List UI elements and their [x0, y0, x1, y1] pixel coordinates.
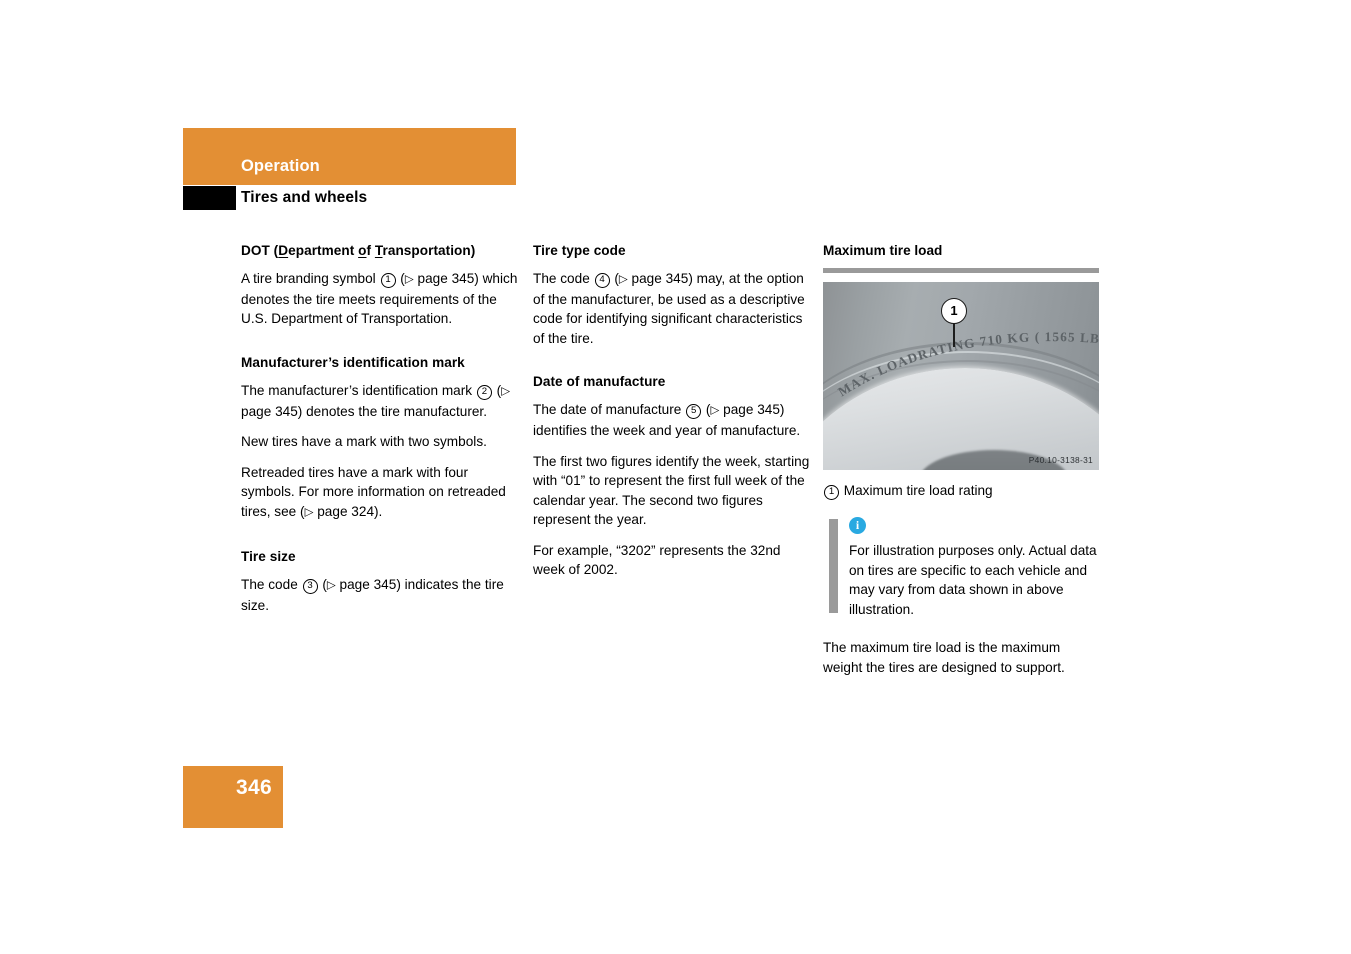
note-text: For illustration purposes only. Actual d… [849, 543, 1097, 617]
page-ref-triangle-icon: ▷ [501, 385, 511, 398]
callout-number-5: 5 [686, 404, 702, 420]
callout-number-2: 2 [476, 384, 492, 400]
dot-heading-d: D [278, 243, 289, 258]
page-ref-triangle-icon: ▷ [404, 273, 414, 286]
page-reference-link[interactable]: page 345 [340, 577, 397, 592]
text-fragment: ( [610, 270, 619, 286]
text-fragment: ( [396, 270, 405, 286]
page-ref-triangle-icon: ▷ [710, 404, 720, 417]
heading-dot: DOT (Department of Transportation) [241, 243, 519, 260]
section-title: Operation [241, 157, 320, 175]
heading-maximum-tire-load: Maximum tire load [823, 243, 943, 258]
chapter-tab-marker [183, 186, 236, 210]
caption-callout-number-1: 1 [824, 484, 839, 500]
heading-tire-size: Tire size [241, 548, 296, 564]
text-fragment: The manufacturer’s identification mark [241, 382, 476, 398]
text-fragment: A tire branding symbol [241, 270, 380, 286]
page-reference-link[interactable]: page 324 [317, 504, 374, 519]
caption-label: Maximum tire load rating [843, 482, 993, 498]
callout-number-3: 3 [302, 578, 318, 594]
dot-heading-ransportation: ransportation) [382, 243, 476, 258]
text-fragment: ). [374, 503, 383, 519]
page-ref-triangle-icon: ▷ [326, 579, 336, 592]
paragraph-week-year-figures: The first two figures identify the week,… [533, 453, 810, 528]
page-ref-triangle-icon: ▷ [304, 506, 314, 519]
paragraph-manufacturer-mark: The manufacturer’s identification mark 2… [241, 381, 519, 422]
tire-sidewall-photo: MAX. LOADRATING 710 KG ( 1565 LBS ) M 1 … [823, 281, 1099, 470]
page-header-band: Operation [183, 128, 516, 185]
text-column-1: DOT (Department of Transportation) A tir… [241, 243, 519, 615]
text-fragment: The date of manufacture [533, 402, 686, 418]
dot-heading-f: f [366, 243, 375, 258]
paragraph-date-of-manufacture: The date of manufacture 5 (▷ page 345) i… [533, 400, 811, 441]
note-accent-bar [829, 519, 838, 614]
heading-tire-type-code: Tire type code [533, 243, 626, 258]
page-ref-triangle-icon: ▷ [618, 273, 628, 286]
heading-rule-divider [823, 267, 1099, 273]
page-number-block: 346 [183, 766, 283, 828]
dot-heading-pre: DOT ( [241, 243, 279, 258]
text-fragment: ( [318, 576, 327, 592]
paragraph-new-tires: New tires have a mark with two symbols. [241, 434, 487, 450]
text-fragment: The code [241, 576, 302, 592]
callout-number-1: 1 [380, 272, 396, 288]
paragraph-tire-size: The code 3 (▷ page 345) indicates the ti… [241, 575, 519, 616]
dot-heading-epartment: epartment [288, 243, 359, 258]
callout-leader-line [953, 322, 955, 347]
text-fragment: ) denotes the tire manufacturer. [297, 403, 488, 419]
figure-column-3: Maximum tire load MAX. LOADRATING 710 KG… [823, 243, 1099, 677]
page-reference-link[interactable]: page 345 [632, 271, 689, 286]
dot-heading-t: T [374, 243, 383, 258]
page-reference-link[interactable]: page 345 [241, 404, 298, 419]
heading-manufacturer-mark: Manufacturer’s identification mark [241, 354, 465, 370]
heading-date-of-manufacture: Date of manufacture [533, 374, 666, 390]
page-number: 346 [236, 776, 272, 799]
text-fragment: ( [492, 382, 502, 398]
callout-number-4: 4 [594, 272, 610, 288]
figure-caption: 1 Maximum tire load rating [823, 481, 1099, 501]
text-fragment: The code [533, 270, 594, 286]
information-note: i For illustration purposes only. Actual… [823, 517, 1099, 619]
paragraph-maximum-tire-load-definition: The maximum tire load is the maximum wei… [823, 640, 1065, 675]
page-reference-link[interactable]: page 345 [723, 402, 780, 417]
text-column-2: Tire type code The code 4 (▷ page 345) m… [533, 243, 811, 580]
paragraph-retreaded-tires: Retreaded tires have a mark with four sy… [241, 463, 519, 523]
chapter-title: Tires and wheels [241, 189, 368, 206]
figure-callout-1: 1 [941, 297, 967, 324]
paragraph-example-code: For example, “3202” represents the 32nd … [533, 542, 781, 578]
paragraph-tire-type-code: The code 4 (▷ page 345) may, at the opti… [533, 269, 811, 349]
figure-reference-code: P40.10-3138-31 [1028, 454, 1093, 465]
page-reference-link[interactable]: page 345 [418, 271, 475, 286]
info-icon: i [849, 517, 866, 535]
paragraph-dot-description: A tire branding symbol 1 (▷ page 345) wh… [241, 269, 519, 329]
